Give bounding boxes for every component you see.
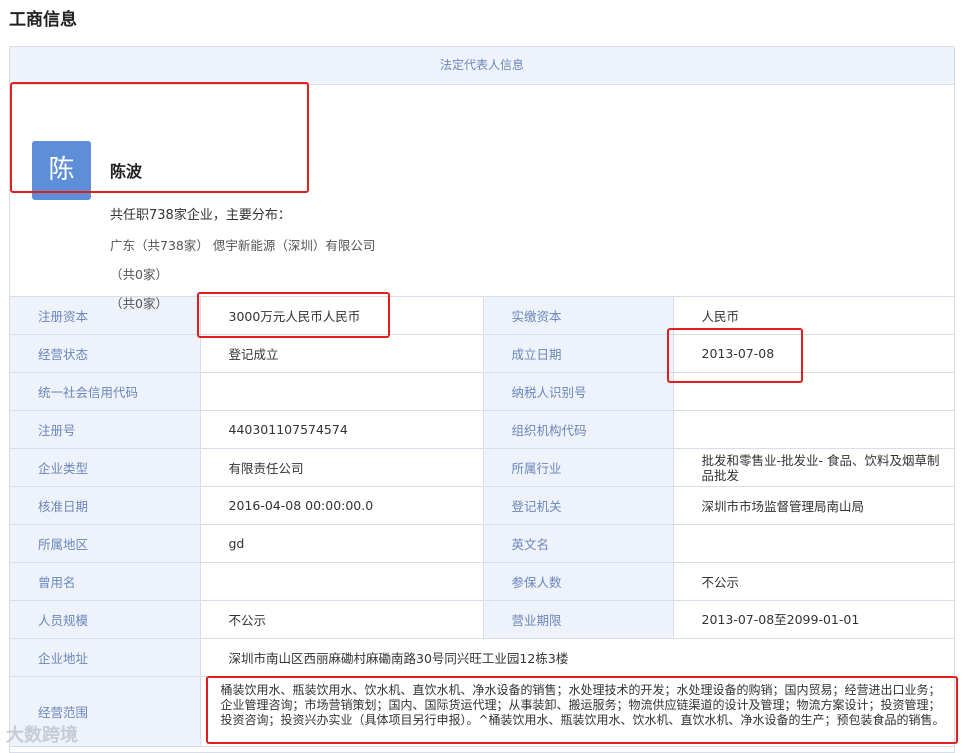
cell-value: 登记成立 bbox=[199, 334, 484, 373]
cell-value: gd bbox=[199, 524, 484, 563]
legal-rep-card: 陈 陈波 共任职738家企业，主要分布： 广东（共738家） 偲宇新能源（深圳）… bbox=[10, 85, 954, 311]
business-info-table: 注册资本 3000万元人民币人民币 实缴资本 人民币 经营状态 登记成立 成立日期 2013-… bbox=[10, 297, 954, 747]
table-row: 核准日期 2016-04-08 00:00:00.0 登记机关 深圳市市场监督管理局南… bbox=[10, 486, 954, 525]
cell-label: 参保人数 bbox=[482, 562, 674, 601]
cell-label: 登记机关 bbox=[482, 486, 674, 525]
cell-label: 英文名 bbox=[482, 524, 674, 563]
cell-value: 不公示 bbox=[672, 562, 954, 601]
table-row: 企业地址 深圳市南山区西丽麻磡村麻磡南路30号同兴旺工业园12栋3楼 bbox=[10, 638, 954, 677]
cell-value bbox=[672, 410, 954, 449]
cell-value: 2013-07-08至2099-01-01 bbox=[672, 600, 954, 639]
cell-value: 440301107574574 bbox=[199, 410, 484, 449]
cell-value: 深圳市市场监督管理局南山局 bbox=[672, 486, 954, 525]
cell-value: 不公示 bbox=[199, 600, 484, 639]
cell-label: 统一社会信用代码 bbox=[10, 372, 201, 411]
cell-label: 核准日期 bbox=[10, 486, 201, 525]
rep-count: 共任职738家企业，主要分布： bbox=[110, 208, 291, 223]
cell-value bbox=[672, 524, 954, 563]
rep-region-line: （共0家） bbox=[110, 296, 168, 311]
rep-name[interactable]: 陈波 bbox=[110, 158, 142, 182]
cell-label: 所属地区 bbox=[10, 524, 201, 563]
avatar: 陈 bbox=[32, 141, 91, 200]
cell-value-scope: 桶装饮用水、瓶装饮用水、饮水机、直饮水机、净水设备的销售；水处理技术的开发；水处… bbox=[199, 676, 954, 747]
cell-label: 经营状态 bbox=[10, 334, 201, 373]
cell-label: 营业期限 bbox=[482, 600, 674, 639]
cell-value: 批发和零售业-批发业- 食品、饮料及烟草制品批发 bbox=[672, 448, 954, 487]
cell-label: 企业地址 bbox=[10, 638, 201, 677]
table-row: 经营状态 登记成立 成立日期 2013-07-08 bbox=[10, 334, 954, 373]
rep-region-line[interactable]: 广东（共738家） 偲宇新能源（深圳）有限公司 bbox=[110, 235, 375, 254]
cell-label: 所属行业 bbox=[482, 448, 674, 487]
rep-region-line: （共0家） bbox=[110, 267, 168, 282]
watermark: 大数跨境 bbox=[6, 725, 78, 746]
business-info-panel: 法定代表人信息 陈 陈波 共任职738家企业，主要分布： 广东（共738家） 偲… bbox=[9, 46, 955, 753]
cell-value-address: 深圳市南山区西丽麻磡村麻磡南路30号同兴旺工业园12栋3楼 bbox=[199, 638, 954, 677]
cell-label: 企业类型 bbox=[10, 448, 201, 487]
table-row: 企业类型 有限责任公司 所属行业 批发和零售业-批发业- 食品、饮料及烟草制品批发 bbox=[10, 448, 954, 487]
cell-value: 2016-04-08 00:00:00.0 bbox=[199, 486, 484, 525]
table-row: 曾用名 参保人数 不公示 bbox=[10, 562, 954, 601]
section-header-legal-rep: 法定代表人信息 bbox=[10, 47, 954, 85]
table-row: 人员规模 不公示 营业期限 2013-07-08至2099-01-01 bbox=[10, 600, 954, 639]
cell-value: 人民币 bbox=[672, 297, 954, 335]
cell-label: 纳税人识别号 bbox=[482, 372, 674, 411]
table-row: 经营范围 桶装饮用水、瓶装饮用水、饮水机、直饮水机、净水设备的销售；水处理技术的… bbox=[10, 676, 954, 747]
table-row: 统一社会信用代码 纳税人识别号 bbox=[10, 372, 954, 411]
cell-value bbox=[199, 372, 484, 411]
cell-value: 有限责任公司 bbox=[199, 448, 484, 487]
cell-value bbox=[199, 562, 484, 601]
cell-label: 人员规模 bbox=[10, 600, 201, 639]
cell-label: 组织机构代码 bbox=[482, 410, 674, 449]
cell-value bbox=[672, 372, 954, 411]
cell-value: 3000万元人民币人民币 bbox=[199, 297, 484, 335]
cell-value: 2013-07-08 bbox=[672, 334, 954, 373]
cell-label: 注册资本 bbox=[10, 297, 201, 335]
page-title: 工商信息 bbox=[9, 10, 77, 30]
cell-label: 实缴资本 bbox=[482, 297, 674, 335]
cell-label: 成立日期 bbox=[482, 334, 674, 373]
table-row: 所属地区 gd 英文名 bbox=[10, 524, 954, 563]
cell-label: 曾用名 bbox=[10, 562, 201, 601]
table-row: 注册号 440301107574574 组织机构代码 bbox=[10, 410, 954, 449]
cell-label: 注册号 bbox=[10, 410, 201, 449]
